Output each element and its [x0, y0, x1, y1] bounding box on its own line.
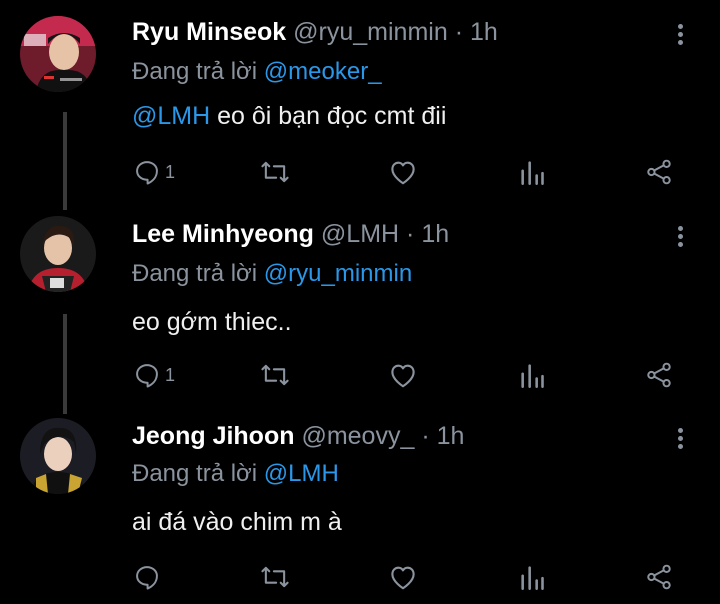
timestamp[interactable]: 1h — [421, 220, 449, 248]
reply-icon — [136, 161, 158, 185]
retweet-icon — [261, 161, 289, 183]
like-icon — [391, 161, 415, 185]
retweet-button[interactable] — [259, 562, 291, 592]
share-button[interactable] — [645, 562, 673, 592]
stats-icon — [521, 364, 544, 388]
replying-to: Đang trả lời @meoker_ — [132, 58, 382, 86]
avatar-image — [20, 16, 96, 92]
stats-icon — [521, 161, 544, 185]
stats-button[interactable] — [519, 360, 545, 390]
share-button[interactable] — [645, 157, 673, 187]
tweet-header: Ryu Minseok @ryu_minmin · 1h — [132, 18, 498, 47]
share-icon — [647, 564, 671, 590]
replying-to: Đang trả lời @ryu_minmin — [132, 260, 412, 288]
avatar[interactable] — [20, 216, 96, 292]
user-handle[interactable]: @LMH — [321, 220, 399, 248]
user-handle[interactable]: @meovy_ — [301, 422, 414, 450]
like-icon — [391, 364, 415, 388]
timestamp[interactable]: 1h — [437, 422, 465, 450]
retweet-button[interactable] — [259, 360, 291, 390]
timestamp[interactable]: 1h — [470, 18, 498, 46]
more-options-icon[interactable] — [672, 22, 688, 48]
separator-dot: · — [454, 18, 464, 46]
tweet-text-content: ai đá vào chim m à — [132, 508, 342, 536]
more-options-icon[interactable] — [672, 426, 688, 452]
mention-link[interactable]: @LMH — [132, 102, 210, 130]
replying-to-link[interactable]: @meoker_ — [264, 58, 382, 85]
avatar[interactable] — [20, 418, 96, 494]
avatar-image — [20, 418, 96, 494]
replying-to-label: Đang trả lời — [132, 58, 258, 85]
reply-icon — [136, 566, 158, 590]
replying-to: Đang trả lời @LMH — [132, 460, 339, 488]
stats-button[interactable] — [519, 562, 545, 592]
tweet-text: @LMH eo ôi bạn đọc cmt đii — [132, 102, 446, 131]
tweet[interactable]: Jeong Jihoon @meovy_ · 1h Đang trả lời @… — [0, 402, 720, 604]
tweet-text-content: eo gớm thiec.. — [132, 308, 292, 336]
display-name[interactable]: Jeong Jihoon — [132, 422, 295, 450]
user-handle[interactable]: @ryu_minmin — [293, 18, 448, 46]
reply-count: 1 — [165, 161, 176, 182]
separator-dot: · — [406, 220, 415, 248]
avatar-image — [20, 216, 96, 292]
tweet-header: Jeong Jihoon @meovy_ · 1h — [132, 422, 464, 451]
stats-icon — [521, 566, 544, 590]
reply-icon — [136, 364, 158, 388]
replying-to-label: Đang trả lời — [132, 260, 258, 287]
reply-button[interactable] — [133, 562, 161, 592]
retweet-icon — [261, 364, 289, 386]
retweet-button[interactable] — [259, 157, 291, 187]
like-button[interactable] — [388, 360, 418, 390]
tweet-text: eo gớm thiec.. — [132, 308, 292, 337]
replying-to-link[interactable]: @LMH — [264, 460, 339, 487]
tweet-text-content: eo ôi bạn đọc cmt đii — [210, 102, 447, 130]
reply-button[interactable]: 1 — [133, 360, 175, 390]
like-button[interactable] — [388, 157, 418, 187]
avatar[interactable] — [20, 16, 96, 92]
share-button[interactable] — [645, 360, 673, 390]
replying-to-link[interactable]: @ryu_minmin — [264, 260, 412, 287]
tweet-header: Lee Minhyeong @LMH · 1h — [132, 220, 449, 249]
reply-button[interactable]: 1 — [133, 157, 175, 187]
tweet[interactable]: Lee Minhyeong @LMH · 1h Đang trả lời @ry… — [0, 200, 720, 402]
tweet[interactable]: Ryu Minseok @ryu_minmin · 1h Đang trả lờ… — [0, 0, 720, 200]
more-options-icon[interactable] — [672, 224, 688, 250]
like-button[interactable] — [388, 562, 418, 592]
stats-button[interactable] — [519, 157, 545, 187]
display-name[interactable]: Lee Minhyeong — [132, 220, 314, 248]
reply-count: 1 — [165, 364, 176, 385]
replying-to-label: Đang trả lời — [132, 460, 258, 487]
separator-dot: · — [421, 422, 430, 450]
share-icon — [647, 362, 671, 388]
like-icon — [391, 566, 415, 590]
retweet-icon — [261, 566, 289, 588]
share-icon — [647, 159, 671, 185]
display-name[interactable]: Ryu Minseok — [132, 18, 286, 46]
tweet-text: ai đá vào chim m à — [132, 508, 342, 537]
